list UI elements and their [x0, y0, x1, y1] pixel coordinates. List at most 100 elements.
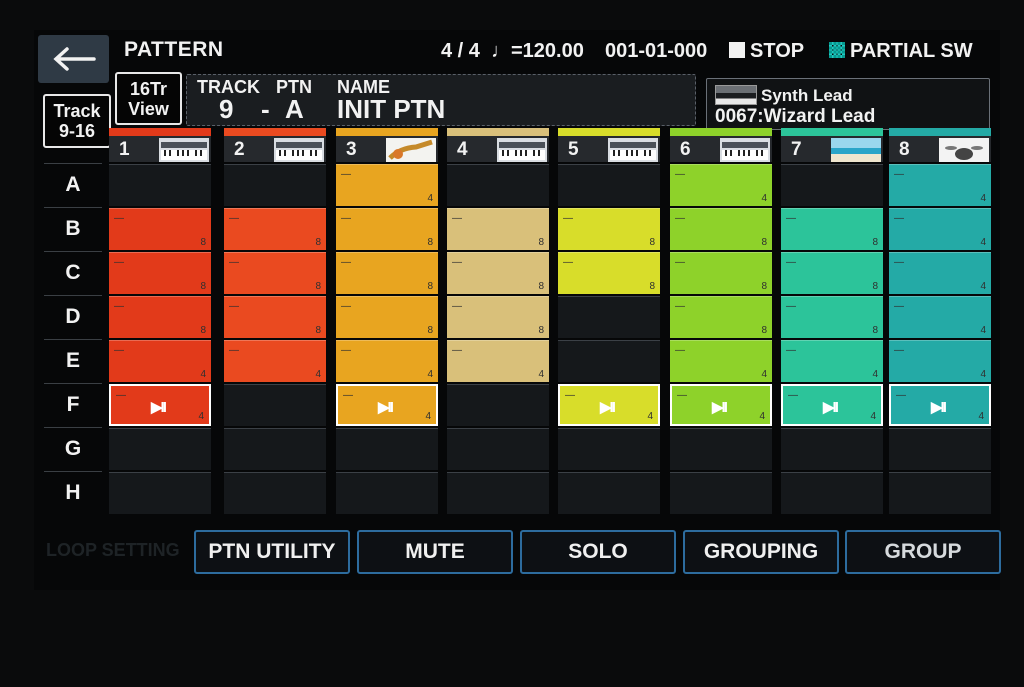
pattern-cell[interactable]: —4 [336, 340, 438, 382]
pattern-cell[interactable]: —4 [889, 296, 991, 338]
pattern-cell[interactable]: —8 [224, 208, 326, 250]
pattern-cell[interactable] [447, 472, 549, 514]
pattern-cell[interactable] [558, 296, 660, 338]
row-label-a[interactable]: A [44, 163, 102, 206]
pattern-cell[interactable]: —4 [781, 340, 883, 382]
pattern-cell[interactable]: —4 [336, 164, 438, 206]
pattern-cell[interactable] [781, 428, 883, 470]
pattern-cell[interactable] [889, 472, 991, 514]
pattern-cell[interactable] [224, 428, 326, 470]
stop-icon [729, 42, 745, 58]
track-color-bar [558, 128, 660, 136]
pattern-cell[interactable]: —4 [447, 340, 549, 382]
track-color-bar [670, 128, 772, 136]
pattern-cell[interactable]: — ▶II 4 [889, 384, 991, 426]
pattern-cell[interactable] [224, 384, 326, 426]
pattern-cell[interactable]: —8 [336, 296, 438, 338]
pattern-cell[interactable]: —8 [224, 296, 326, 338]
track-number: 7 [791, 139, 802, 160]
transport-status: STOP [729, 40, 804, 63]
pattern-cell[interactable] [447, 428, 549, 470]
pattern-cell[interactable]: —8 [781, 252, 883, 294]
pattern-cell[interactable]: — ▶II 4 [109, 384, 211, 426]
pattern-cell[interactable]: —8 [447, 296, 549, 338]
track-info[interactable]: TRACK PTN NAME 9 - A INIT PTN [186, 74, 696, 126]
pattern-cell[interactable]: —4 [109, 340, 211, 382]
pattern-cell[interactable]: — ▶II 4 [336, 384, 438, 426]
back-button[interactable] [38, 35, 109, 83]
grouping-button[interactable]: GROUPING [683, 530, 839, 574]
pattern-cell[interactable]: —8 [109, 208, 211, 250]
pattern-cell[interactable] [109, 164, 211, 206]
track-header-8[interactable]: 8 [889, 136, 991, 162]
pattern-cell[interactable] [781, 472, 883, 514]
partial-sw[interactable]: PARTIAL SW [829, 40, 973, 63]
track-header-3[interactable]: 3 [336, 136, 438, 162]
pattern-cell[interactable]: —8 [670, 296, 772, 338]
pattern-cell[interactable]: —8 [670, 208, 772, 250]
pattern-cell[interactable]: —4 [670, 164, 772, 206]
row-label-c[interactable]: C [44, 251, 102, 294]
cell-length: 4 [198, 411, 204, 422]
pattern-cell[interactable]: —8 [224, 252, 326, 294]
pattern-cell[interactable] [109, 472, 211, 514]
row-label-f[interactable]: F [44, 383, 102, 426]
pattern-cell[interactable] [224, 164, 326, 206]
pattern-cell[interactable]: — ▶II 4 [558, 384, 660, 426]
pattern-cell[interactable] [109, 428, 211, 470]
row-label-h[interactable]: H [44, 471, 102, 514]
pattern-cell[interactable]: —4 [889, 340, 991, 382]
row-label-d[interactable]: D [44, 295, 102, 338]
tempo[interactable]: ♩=120.00 [491, 40, 584, 63]
pattern-cell[interactable] [670, 472, 772, 514]
track-button-line2: 9-16 [58, 121, 96, 141]
mute-button[interactable]: MUTE [357, 530, 513, 574]
pattern-cell[interactable]: —8 [781, 208, 883, 250]
pattern-cell[interactable] [558, 428, 660, 470]
pattern-cell[interactable] [670, 428, 772, 470]
row-label-g[interactable]: G [44, 427, 102, 470]
pattern-cell[interactable] [558, 340, 660, 382]
ptn-utility-button[interactable]: PTN UTILITY [194, 530, 350, 574]
track-header-7[interactable]: 7 [781, 136, 883, 162]
pattern-cell[interactable]: —4 [224, 340, 326, 382]
track-header-1[interactable]: 1 [109, 136, 211, 162]
pattern-cell[interactable] [558, 164, 660, 206]
pattern-cell[interactable] [224, 472, 326, 514]
pattern-cell[interactable]: —4 [889, 252, 991, 294]
solo-button[interactable]: SOLO [520, 530, 676, 574]
16tr-view-button[interactable]: 16Tr View [115, 72, 182, 125]
track-header-5[interactable]: 5 [558, 136, 660, 162]
row-label-e[interactable]: E [44, 339, 102, 382]
track-header-6[interactable]: 6 [670, 136, 772, 162]
pattern-cell[interactable] [889, 428, 991, 470]
track-header-4[interactable]: 4 [447, 136, 549, 162]
pattern-cell[interactable]: —4 [670, 340, 772, 382]
pattern-cell[interactable]: —4 [889, 164, 991, 206]
pattern-cell[interactable]: —8 [558, 208, 660, 250]
pattern-cell[interactable] [447, 164, 549, 206]
row-label-b[interactable]: B [44, 207, 102, 250]
pattern-cell[interactable]: —8 [447, 208, 549, 250]
pattern-cell[interactable] [336, 472, 438, 514]
pattern-cell[interactable]: —8 [109, 296, 211, 338]
pattern-cell[interactable]: —8 [781, 296, 883, 338]
pattern-cell[interactable] [447, 384, 549, 426]
pattern-cell[interactable] [336, 428, 438, 470]
pattern-cell[interactable]: —8 [558, 252, 660, 294]
group-button[interactable]: GROUP [845, 530, 1001, 574]
pattern-cell[interactable]: — ▶II 4 [781, 384, 883, 426]
pattern-cell[interactable]: —8 [336, 208, 438, 250]
pattern-cell[interactable]: — ▶II 4 [670, 384, 772, 426]
track-9-16-button[interactable]: Track 9-16 [43, 94, 111, 148]
cell-marker: — [894, 213, 904, 224]
pattern-cell[interactable]: —4 [889, 208, 991, 250]
pattern-cell[interactable]: —8 [336, 252, 438, 294]
pattern-cell[interactable]: —8 [109, 252, 211, 294]
pattern-cell[interactable] [781, 164, 883, 206]
track-header-2[interactable]: 2 [224, 136, 326, 162]
pattern-cell[interactable]: —8 [670, 252, 772, 294]
pattern-cell[interactable] [558, 472, 660, 514]
pattern-cell[interactable]: —8 [447, 252, 549, 294]
tone-display[interactable]: Synth Lead 0067:Wizard Lead [706, 78, 990, 130]
